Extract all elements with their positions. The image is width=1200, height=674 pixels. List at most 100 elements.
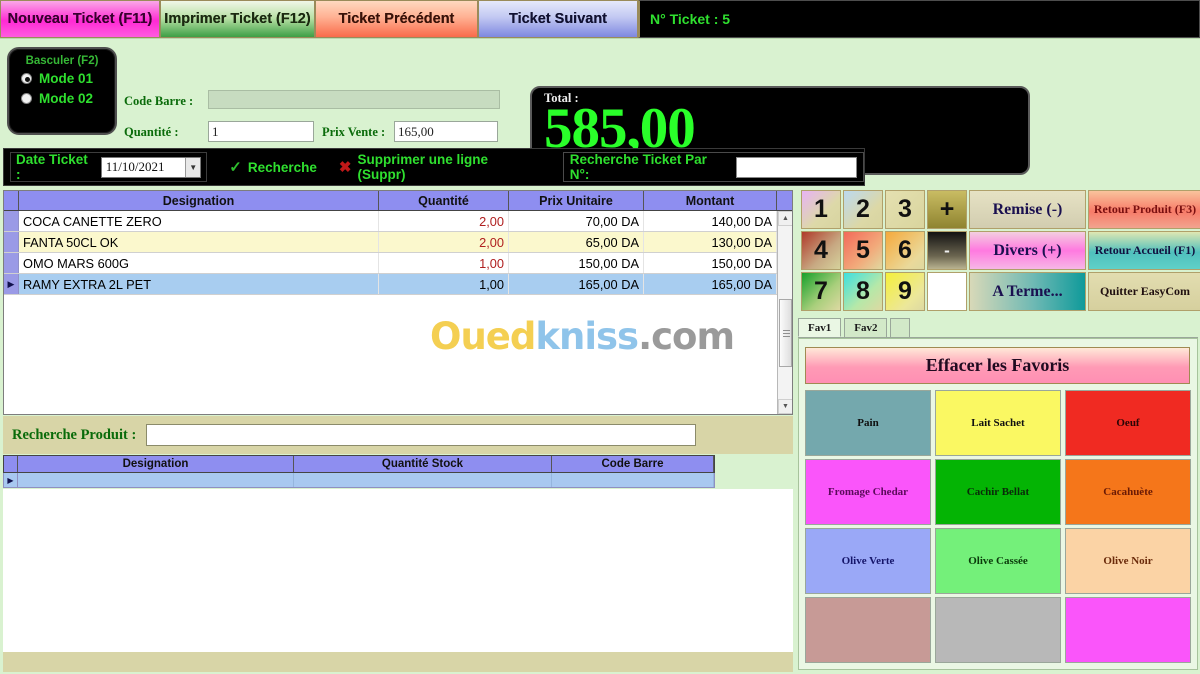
- quitter-easycom-button[interactable]: Quitter EasyCom: [1088, 272, 1200, 311]
- mode-02-option[interactable]: Mode 02: [9, 91, 115, 106]
- empty-results-area: [3, 489, 793, 652]
- favorite-pain[interactable]: Pain: [805, 390, 931, 456]
- favorites-panel: Effacer les Favoris Pain Lait Sachet Oeu…: [798, 338, 1198, 670]
- recherche-label: Recherche: [247, 159, 317, 175]
- column-header-designation[interactable]: Designation: [18, 456, 294, 472]
- quantite-input[interactable]: 1: [208, 121, 314, 142]
- column-header-prix-unitaire[interactable]: Prix Unitaire: [509, 191, 644, 210]
- cell-prix-unitaire: 150,00 DA: [509, 253, 644, 273]
- chevron-down-icon[interactable]: ▼: [185, 157, 201, 177]
- cart-table: Designation Quantité Prix Unitaire Monta…: [3, 190, 793, 415]
- table-row[interactable]: OMO MARS 600G 1,00 150,00 DA 150,00 DA: [4, 253, 792, 274]
- entry-panel: Basculer (F2) Mode 01 Mode 02 Code Barre…: [0, 39, 1200, 175]
- cell-prix-unitaire: 65,00 DA: [509, 232, 644, 252]
- product-search-input[interactable]: [146, 424, 697, 446]
- key-4[interactable]: 4: [801, 231, 841, 270]
- check-icon: ✓: [229, 159, 242, 176]
- right-panel: 1 2 3 + Remise (-) Retour Produit (F3) 4…: [796, 188, 1200, 674]
- cell-quantite: 1,00: [379, 274, 509, 294]
- remise-button[interactable]: Remise (-): [969, 190, 1086, 229]
- cell-designation: RAMY EXTRA 2L PET: [19, 274, 379, 294]
- key-9[interactable]: 9: [885, 272, 925, 311]
- ticket-search-group: Recherche Ticket Par N°:: [562, 152, 864, 182]
- recherche-button[interactable]: ✓ Recherche: [229, 158, 317, 176]
- key-blank[interactable]: [927, 272, 967, 311]
- key-2[interactable]: 2: [843, 190, 883, 229]
- column-header-code-barre[interactable]: Code Barre: [552, 456, 714, 472]
- column-header-quantite[interactable]: Quantité: [379, 191, 509, 210]
- scroll-up-icon[interactable]: ▲: [778, 211, 792, 226]
- cell-designation: COCA CANETTE ZERO: [19, 211, 379, 231]
- retour-produit-button[interactable]: Retour Produit (F3): [1088, 190, 1200, 229]
- date-ticket-group: Date Ticket : 11/10/2021 ▼: [10, 152, 208, 182]
- column-header-montant[interactable]: Montant: [644, 191, 777, 210]
- favorite-fromage-chedar[interactable]: Fromage Chedar: [805, 459, 931, 525]
- scrollbar-grip-icon: [783, 330, 790, 337]
- key-plus[interactable]: +: [927, 190, 967, 229]
- supprimer-ligne-button[interactable]: ✖ Supprimer une ligne (Suppr): [339, 152, 537, 182]
- date-ticket-picker[interactable]: 11/10/2021 ▼: [100, 156, 202, 178]
- cell-montant: 130,00 DA: [644, 232, 777, 252]
- favorite-olive-cassee[interactable]: Olive Cassée: [935, 528, 1061, 594]
- cart-table-header: Designation Quantité Prix Unitaire Monta…: [4, 191, 792, 211]
- cell-quantite-stock: [294, 473, 552, 487]
- key-5[interactable]: 5: [843, 231, 883, 270]
- row-indicator-current: ▶: [4, 274, 19, 294]
- previous-ticket-button[interactable]: Ticket Précédent: [315, 0, 478, 38]
- top-toolbar: Nouveau Ticket (F11) Imprimer Ticket (F1…: [0, 0, 1200, 39]
- favorite-empty-3[interactable]: [1065, 597, 1191, 663]
- cell-prix-unitaire: 70,00 DA: [509, 211, 644, 231]
- delete-x-icon: ✖: [338, 159, 352, 176]
- key-minus[interactable]: -: [927, 231, 967, 270]
- favorite-olive-noir[interactable]: Olive Noir: [1065, 528, 1191, 594]
- table-row[interactable]: FANTA 50CL OK 2,00 65,00 DA 130,00 DA: [4, 232, 792, 253]
- numeric-keypad: 1 2 3 + Remise (-) Retour Produit (F3) 4…: [801, 190, 1200, 311]
- table-row-selected[interactable]: ▶ RAMY EXTRA 2L PET 1,00 165,00 DA 165,0…: [4, 274, 792, 295]
- next-ticket-button[interactable]: Ticket Suivant: [478, 0, 638, 38]
- retour-accueil-button[interactable]: Retour Accueil (F1): [1088, 231, 1200, 270]
- key-7[interactable]: 7: [801, 272, 841, 311]
- radio-selected-icon[interactable]: [21, 73, 32, 84]
- favorite-empty-2[interactable]: [935, 597, 1061, 663]
- key-8[interactable]: 8: [843, 272, 883, 311]
- mode-01-option[interactable]: Mode 01: [9, 71, 115, 86]
- favorite-lait-sachet[interactable]: Lait Sachet: [935, 390, 1061, 456]
- cell-designation: OMO MARS 600G: [19, 253, 379, 273]
- favorite-empty-1[interactable]: [805, 597, 931, 663]
- row-indicator-header: [4, 456, 18, 472]
- row-indicator: [4, 211, 19, 231]
- radio-unselected-icon[interactable]: [21, 93, 32, 104]
- row-indicator-current: ▶: [4, 473, 18, 487]
- cart-vertical-scrollbar[interactable]: ▲ ▼: [777, 211, 792, 414]
- scroll-down-icon[interactable]: ▼: [778, 399, 792, 414]
- ticket-search-input[interactable]: [735, 156, 857, 178]
- new-ticket-button[interactable]: Nouveau Ticket (F11): [0, 0, 160, 38]
- scrollbar-thumb[interactable]: [779, 299, 792, 367]
- code-barre-input[interactable]: [208, 90, 500, 109]
- column-header-quantite-stock[interactable]: Quantité Stock: [294, 456, 552, 472]
- table-row[interactable]: COCA CANETTE ZERO 2,00 70,00 DA 140,00 D…: [4, 211, 792, 232]
- key-6[interactable]: 6: [885, 231, 925, 270]
- cell-montant: 150,00 DA: [644, 253, 777, 273]
- favorite-oeuf[interactable]: Oeuf: [1065, 390, 1191, 456]
- product-results-table: Designation Quantité Stock Code Barre ▶: [3, 455, 715, 488]
- favorite-olive-verte[interactable]: Olive Verte: [805, 528, 931, 594]
- favorite-cacahuete[interactable]: Cacahuète: [1065, 459, 1191, 525]
- mode-toggle-group: Basculer (F2) Mode 01 Mode 02: [7, 47, 117, 135]
- key-3[interactable]: 3: [885, 190, 925, 229]
- column-header-designation[interactable]: Designation: [19, 191, 379, 210]
- tab-fav2[interactable]: Fav2: [844, 318, 888, 337]
- favorite-cachir-bellat[interactable]: Cachir Bellat: [935, 459, 1061, 525]
- divers-button[interactable]: Divers (+): [969, 231, 1086, 270]
- effacer-favoris-button[interactable]: Effacer les Favoris: [805, 347, 1190, 384]
- prix-vente-input[interactable]: 165,00: [394, 121, 498, 142]
- tab-fav1[interactable]: Fav1: [798, 318, 842, 337]
- supprimer-ligne-label: Supprimer une ligne (Suppr): [357, 152, 488, 182]
- a-terme-button[interactable]: A Terme...: [969, 272, 1086, 311]
- key-1[interactable]: 1: [801, 190, 841, 229]
- tab-overflow[interactable]: [890, 318, 911, 337]
- product-results-header: Designation Quantité Stock Code Barre: [3, 455, 715, 473]
- print-ticket-button[interactable]: Imprimer Ticket (F12): [160, 0, 315, 38]
- list-item[interactable]: ▶: [3, 473, 715, 488]
- favorites-grid: Pain Lait Sachet Oeuf Fromage Chedar Cac…: [805, 390, 1193, 665]
